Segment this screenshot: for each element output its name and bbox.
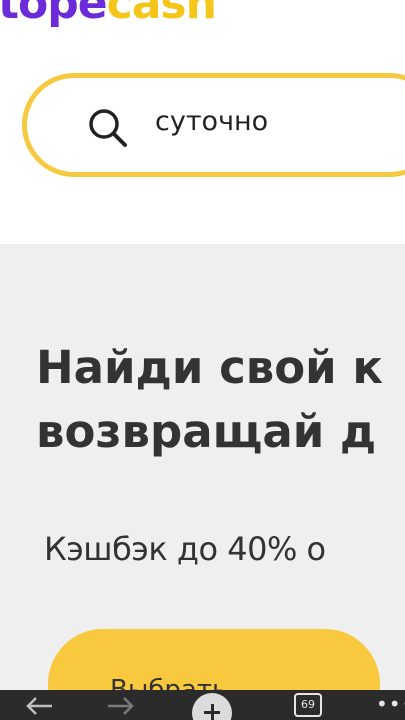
back-arrow-icon[interactable]: [22, 696, 56, 720]
hero-subtitle: Кэшбэк до 40% о: [44, 530, 326, 568]
page: topecash суточно Найди свой к возвращай …: [0, 0, 405, 720]
more-icon[interactable]: •••: [376, 692, 405, 716]
plus-icon[interactable]: [192, 693, 232, 720]
hero-title-line1: Найди свой к: [36, 341, 383, 394]
search-input[interactable]: суточно: [22, 73, 405, 177]
hero-title: Найди свой к возвращай д: [36, 336, 383, 464]
tab-count-button[interactable]: 69: [294, 693, 322, 717]
hero-section: Найди свой к возвращай д Кэшбэк до 40% о…: [0, 244, 405, 720]
logo-part1: tope: [0, 0, 108, 29]
logo[interactable]: topecash: [0, 0, 217, 29]
hero-title-line2: возвращай д: [36, 405, 377, 458]
forward-arrow-icon[interactable]: [104, 696, 138, 720]
browser-toolbar: 69 •••: [0, 690, 405, 720]
search-icon[interactable]: [87, 107, 129, 149]
header: topecash суточно: [0, 0, 405, 244]
logo-part2: cash: [106, 0, 217, 29]
search-query[interactable]: суточно: [155, 106, 268, 137]
